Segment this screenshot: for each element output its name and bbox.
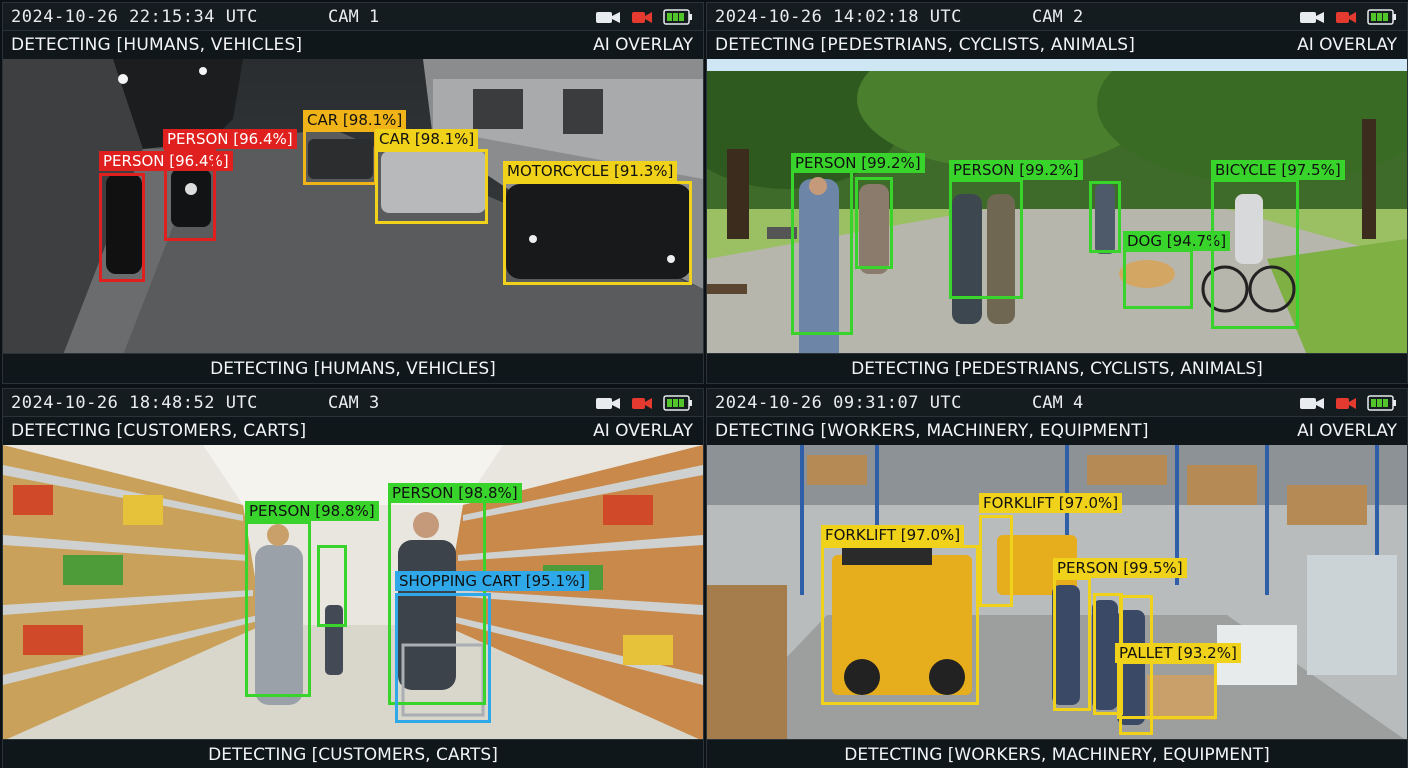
battery-icon — [663, 9, 692, 25]
detection-label: CAR [98.1%] — [375, 129, 479, 149]
record-camera-icon[interactable] — [1335, 395, 1357, 411]
video-camera-icon[interactable] — [595, 9, 621, 25]
detection-label: SHOPPING CART [95.1%] — [395, 571, 590, 591]
detection-header: DETECTING [WORKERS, MACHINERY, EQUIPMENT… — [707, 417, 1407, 445]
detection-footer: DETECTING [WORKERS, MACHINERY, EQUIPMENT… — [707, 739, 1407, 768]
detecting-classes-footer: DETECTING [PEDESTRIANS, CYCLISTS, ANIMAL… — [851, 359, 1263, 379]
camera-grid: 2024-10-26 22:15:34 UTC CAM 1 DETECTING … — [0, 0, 1408, 768]
camera-feed[interactable]: PERSON [99.2%] PERSON [99.2%] DOG [94.7%… — [707, 59, 1407, 355]
detection-header: DETECTING [HUMANS, VEHICLES] AI OVERLAY — [3, 31, 703, 59]
detection-footer: DETECTING [PEDESTRIANS, CYCLISTS, ANIMAL… — [707, 353, 1407, 383]
timestamp: 2024-10-26 09:31:07 UTC — [715, 393, 962, 413]
detecting-classes: DETECTING [CUSTOMERS, CARTS] — [11, 421, 307, 441]
detection-box[interactable] — [503, 181, 692, 285]
camera-panel-4[interactable]: 2024-10-26 09:31:07 UTC CAM 4 DETECTING … — [706, 388, 1408, 768]
video-camera-icon[interactable] — [1299, 395, 1325, 411]
detecting-classes-footer: DETECTING [HUMANS, VEHICLES] — [210, 359, 496, 379]
status-icons — [595, 395, 693, 411]
camera-name: CAM 2 — [1032, 7, 1084, 27]
battery-icon — [1367, 9, 1396, 25]
status-icons — [1299, 9, 1397, 25]
battery-icon — [663, 395, 692, 411]
camera-panel-3[interactable]: 2024-10-26 18:48:52 UTC CAM 3 DETECTING … — [2, 388, 704, 768]
ai-overlay-toggle[interactable]: AI OVERLAY — [593, 421, 693, 441]
detection-label: PALLET [93.2%] — [1115, 643, 1241, 663]
timestamp: 2024-10-26 18:48:52 UTC — [11, 393, 258, 413]
timestamp: 2024-10-26 22:15:34 UTC — [11, 7, 258, 27]
camera-status-bar: 2024-10-26 09:31:07 UTC CAM 4 — [707, 389, 1407, 417]
detection-label: FORKLIFT [97.0%] — [979, 493, 1123, 513]
detection-box[interactable] — [1117, 661, 1217, 719]
battery-icon — [1367, 395, 1396, 411]
detection-box[interactable] — [375, 149, 488, 224]
detection-box[interactable] — [395, 593, 491, 723]
camera-name: CAM 3 — [328, 393, 380, 413]
video-camera-icon[interactable] — [1299, 9, 1325, 25]
detection-label: MOTORCYCLE [91.3%] — [503, 161, 678, 181]
status-icons — [1299, 395, 1397, 411]
detection-box[interactable] — [317, 545, 347, 627]
ai-overlay-toggle[interactable]: AI OVERLAY — [1297, 421, 1397, 441]
record-camera-icon[interactable] — [631, 395, 653, 411]
detection-box[interactable] — [99, 173, 145, 282]
status-icons — [595, 9, 693, 25]
detection-footer: DETECTING [CUSTOMERS, CARTS] — [3, 739, 703, 768]
camera-panel-2[interactable]: 2024-10-26 14:02:18 UTC CAM 2 DETECTING … — [706, 2, 1408, 384]
ai-overlay-toggle[interactable]: AI OVERLAY — [593, 35, 693, 55]
detection-box[interactable] — [855, 177, 893, 269]
detection-box[interactable] — [1211, 179, 1299, 329]
camera-name: CAM 1 — [328, 7, 380, 27]
detection-box[interactable] — [1089, 181, 1121, 253]
detection-label: CAR [98.1%] — [303, 110, 407, 130]
record-camera-icon[interactable] — [631, 9, 653, 25]
video-camera-icon[interactable] — [595, 395, 621, 411]
detection-label: PERSON [99.2%] — [949, 160, 1083, 180]
camera-feed[interactable]: FORKLIFT [97.0%] FORKLIFT [97.0%] PERSON… — [707, 445, 1407, 741]
camera-feed[interactable]: PERSON [98.8%] PERSON [98.8%] SHOPPING C… — [3, 445, 703, 741]
supermarket-aisle-scene — [3, 445, 703, 741]
detection-box[interactable] — [303, 129, 377, 185]
ai-overlay-toggle[interactable]: AI OVERLAY — [1297, 35, 1397, 55]
camera-feed[interactable]: PERSON [96.4%] PERSON [96.4%] CAR [98.1%… — [3, 59, 703, 355]
detection-box[interactable] — [164, 149, 216, 241]
detection-label: PERSON [99.2%] — [791, 153, 925, 173]
detection-label: BICYCLE [97.5%] — [1211, 160, 1345, 180]
detection-box[interactable] — [821, 545, 979, 705]
camera-panel-1[interactable]: 2024-10-26 22:15:34 UTC CAM 1 DETECTING … — [2, 2, 704, 384]
record-camera-icon[interactable] — [1335, 9, 1357, 25]
camera-name: CAM 4 — [1032, 393, 1084, 413]
detection-box[interactable] — [979, 515, 1013, 607]
detecting-classes-footer: DETECTING [CUSTOMERS, CARTS] — [208, 745, 498, 765]
camera-status-bar: 2024-10-26 18:48:52 UTC CAM 3 — [3, 389, 703, 417]
camera-status-bar: 2024-10-26 14:02:18 UTC CAM 2 — [707, 3, 1407, 31]
detecting-classes: DETECTING [HUMANS, VEHICLES] — [11, 35, 303, 55]
timestamp: 2024-10-26 14:02:18 UTC — [715, 7, 962, 27]
detection-box[interactable] — [791, 169, 853, 335]
detecting-classes-footer: DETECTING [WORKERS, MACHINERY, EQUIPMENT… — [844, 745, 1270, 765]
detection-box[interactable] — [245, 521, 311, 697]
detecting-classes: DETECTING [WORKERS, MACHINERY, EQUIPMENT… — [715, 421, 1149, 441]
detection-footer: DETECTING [HUMANS, VEHICLES] — [3, 353, 703, 383]
detection-label: PERSON [98.8%] — [245, 501, 379, 521]
detection-box[interactable] — [1053, 577, 1091, 711]
detection-label: PERSON [96.4%] — [163, 129, 297, 149]
camera-status-bar: 2024-10-26 22:15:34 UTC CAM 1 — [3, 3, 703, 31]
detection-label: FORKLIFT [97.0%] — [821, 525, 965, 545]
detecting-classes: DETECTING [PEDESTRIANS, CYCLISTS, ANIMAL… — [715, 35, 1136, 55]
detection-box[interactable] — [949, 179, 1023, 299]
detection-label: PERSON [98.8%] — [388, 483, 522, 503]
detection-box[interactable] — [1123, 249, 1193, 309]
detection-header: DETECTING [PEDESTRIANS, CYCLISTS, ANIMAL… — [707, 31, 1407, 59]
detection-label: PERSON [99.5%] — [1053, 558, 1187, 578]
detection-header: DETECTING [CUSTOMERS, CARTS] AI OVERLAY — [3, 417, 703, 445]
